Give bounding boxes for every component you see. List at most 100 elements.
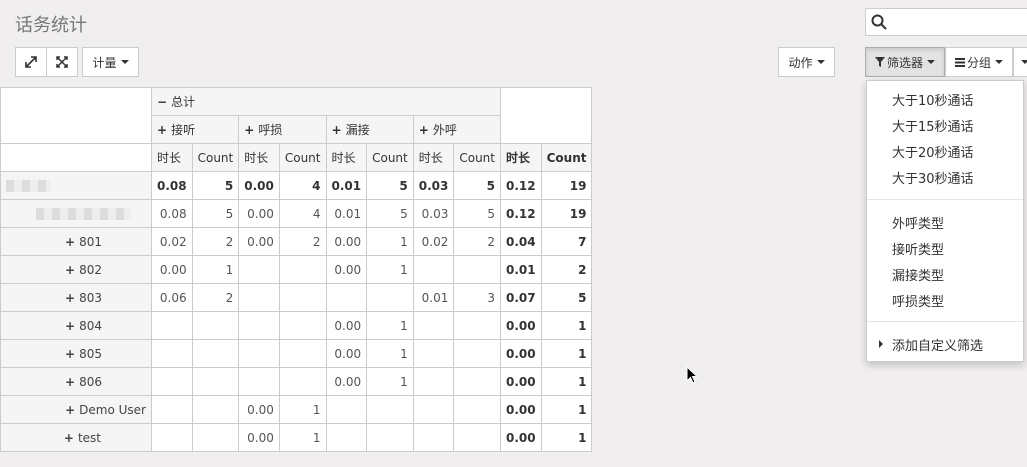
pivot-cell[interactable]: [238, 339, 280, 368]
pivot-cell[interactable]: 0.01: [412, 283, 455, 312]
pivot-cell[interactable]: 0.02: [151, 227, 193, 256]
pivot-cell[interactable]: 0.01: [500, 255, 542, 284]
pivot-cell[interactable]: 0.00: [238, 395, 280, 424]
header-group[interactable]: + 接听: [150, 115, 240, 144]
pivot-cell[interactable]: 2: [278, 227, 327, 256]
row-header[interactable]: +801: [0, 227, 152, 256]
pivot-cell[interactable]: 0.00: [238, 199, 280, 228]
pivot-cell[interactable]: [412, 367, 455, 396]
pivot-cell[interactable]: [366, 423, 414, 452]
pivot-cell[interactable]: 1: [366, 227, 414, 256]
pivot-cell[interactable]: 0.00: [500, 367, 542, 396]
pivot-cell[interactable]: 0.00: [325, 227, 368, 256]
header-group[interactable]: + 外呼: [412, 115, 502, 144]
pivot-cell[interactable]: [151, 311, 193, 340]
pivot-cell[interactable]: 0.02: [412, 227, 455, 256]
pivot-cell[interactable]: 0.12: [500, 171, 542, 200]
pivot-cell[interactable]: 3: [453, 283, 501, 312]
pivot-cell[interactable]: 0.00: [325, 311, 368, 340]
pivot-cell[interactable]: 0.03: [412, 199, 455, 228]
row-header[interactable]: [0, 171, 152, 200]
pivot-cell[interactable]: [238, 311, 280, 340]
pivot-cell[interactable]: [412, 423, 455, 452]
pivot-cell[interactable]: 0.00: [151, 255, 193, 284]
pivot-cell[interactable]: 1: [540, 395, 593, 424]
pivot-cell[interactable]: 0.00: [500, 339, 542, 368]
pivot-cell[interactable]: 0.04: [500, 227, 542, 256]
header-measure-count[interactable]: Count: [453, 143, 501, 172]
row-header[interactable]: + test: [0, 423, 152, 452]
pivot-cell[interactable]: 1: [540, 311, 593, 340]
header-measure-duration[interactable]: 时长: [151, 143, 193, 172]
row-header[interactable]: + Demo User: [0, 395, 152, 424]
pivot-cell[interactable]: 0.00: [500, 395, 542, 424]
pivot-cell[interactable]: 1: [366, 339, 414, 368]
pivot-cell[interactable]: 1: [278, 423, 327, 452]
pivot-cell[interactable]: 5: [540, 283, 593, 312]
pivot-cell[interactable]: 5: [453, 171, 501, 200]
pivot-cell[interactable]: 5: [453, 199, 501, 228]
pivot-cell[interactable]: 0.00: [325, 367, 368, 396]
pivot-cell[interactable]: [325, 283, 368, 312]
pivot-cell[interactable]: [453, 423, 501, 452]
header-group[interactable]: + 漏接: [325, 115, 414, 144]
pivot-cell[interactable]: [412, 311, 455, 340]
filter-option[interactable]: 大于20秒通话: [892, 142, 974, 161]
pivot-cell[interactable]: [278, 311, 327, 340]
pivot-cell[interactable]: 1: [540, 367, 593, 396]
filter-option[interactable]: 大于10秒通话: [892, 90, 974, 109]
header-measure-duration[interactable]: 时长: [238, 143, 280, 172]
pivot-cell[interactable]: 0.00: [500, 311, 542, 340]
pivot-cell[interactable]: 1: [191, 255, 240, 284]
header-measure-duration[interactable]: 时长: [500, 143, 542, 172]
pivot-cell[interactable]: 0.08: [151, 199, 193, 228]
pivot-cell[interactable]: 5: [366, 171, 414, 200]
pivot-cell[interactable]: 0.00: [238, 227, 280, 256]
row-header[interactable]: +806: [0, 367, 152, 396]
action-dropdown[interactable]: 动作: [778, 47, 835, 77]
pivot-cell[interactable]: 4: [278, 171, 327, 200]
group-dropdown[interactable]: 分组: [945, 47, 1013, 77]
header-measure-count[interactable]: Count: [540, 143, 593, 172]
pivot-cell[interactable]: 0.00: [238, 171, 280, 200]
pivot-cell[interactable]: 1: [278, 395, 327, 424]
pivot-cell[interactable]: 1: [366, 255, 414, 284]
pivot-cell[interactable]: [453, 367, 501, 396]
pivot-cell[interactable]: [238, 255, 280, 284]
add-custom-filter[interactable]: 添加自定义筛选: [892, 335, 983, 354]
pivot-cell[interactable]: 0.08: [151, 171, 193, 200]
pivot-cell[interactable]: 4: [278, 199, 327, 228]
pivot-cell[interactable]: 19: [540, 199, 593, 228]
filter-option[interactable]: 大于15秒通话: [892, 116, 974, 135]
pivot-cell[interactable]: 7: [540, 227, 593, 256]
pivot-cell[interactable]: [366, 283, 414, 312]
filter-option[interactable]: 接听类型: [892, 239, 944, 258]
pivot-cell[interactable]: 0.12: [500, 199, 542, 228]
pivot-cell[interactable]: 0.00: [500, 423, 542, 452]
header-measure-count[interactable]: Count: [191, 143, 240, 172]
pivot-cell[interactable]: 2: [453, 227, 501, 256]
pivot-cell[interactable]: 1: [366, 311, 414, 340]
filter-option[interactable]: 呼损类型: [892, 291, 944, 310]
row-header[interactable]: +804: [0, 311, 152, 340]
pivot-cell[interactable]: [453, 255, 501, 284]
pivot-cell[interactable]: 0.01: [325, 171, 368, 200]
pivot-cell[interactable]: [453, 395, 501, 424]
header-measure-duration[interactable]: 时长: [412, 143, 455, 172]
pivot-cell[interactable]: 2: [540, 255, 593, 284]
pivot-cell[interactable]: [191, 339, 240, 368]
pivot-cell[interactable]: [412, 339, 455, 368]
search-input[interactable]: [892, 11, 1027, 35]
pivot-cell[interactable]: [278, 283, 327, 312]
pivot-cell[interactable]: [453, 339, 501, 368]
expand-button[interactable]: [15, 47, 47, 77]
pivot-cell[interactable]: [151, 423, 193, 452]
pivot-cell[interactable]: 0.06: [151, 283, 193, 312]
filter-dropdown[interactable]: 筛选器: [865, 47, 945, 77]
pivot-cell[interactable]: [412, 395, 455, 424]
pivot-cell[interactable]: 1: [366, 367, 414, 396]
pivot-cell[interactable]: 19: [540, 171, 593, 200]
pivot-cell[interactable]: [151, 395, 193, 424]
pivot-cell[interactable]: [278, 255, 327, 284]
header-measure-duration[interactable]: 时长: [325, 143, 368, 172]
